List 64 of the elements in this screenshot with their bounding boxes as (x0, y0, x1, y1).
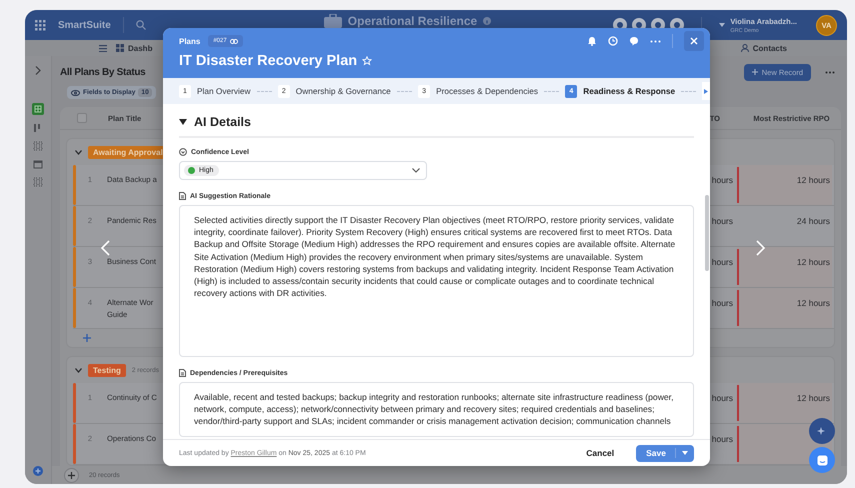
document-icon (179, 192, 186, 200)
grid-view-icon[interactable] (32, 103, 44, 115)
nav-tab[interactable]: Dashb (128, 44, 152, 52)
save-button[interactable]: Save (636, 444, 694, 462)
more-icon[interactable] (650, 40, 661, 42)
text-area[interactable]: Selected activities directly support the IT Disaster Recovery Plan objectives (meet RTO/RPO, restore priority services, validate integrity, coordinate failover). Priority System Recovery (High) ensures critical systems are recovered first to meet RTOs. Data Backup and Offsite Storage (Medium High) addresses the RPO requirement and ensures copies are available offsite. Alternate Site Activation (Medium High) provides the recovery environment when primary sites/systems are unavailable. System Restoration (Medium High) covers restoring systems from backups and validating integrity. Incident Response Team Activation (High) is included to assess/contain security incidents that could cause or complicate outages and to coordinate technical recovery actions with DR activities. (179, 205, 694, 357)
rto-value: hours (711, 297, 733, 310)
cancel-button[interactable]: Cancel (580, 447, 620, 459)
chevron-right-icon[interactable] (35, 66, 41, 75)
calendar-icon[interactable] (33, 159, 43, 169)
rpo-value: 12 hours (796, 174, 831, 185)
comment-icon[interactable] (629, 36, 639, 46)
kanban-icon[interactable] (33, 123, 43, 133)
record-title: IT Disaster Recovery Plan (179, 53, 358, 69)
workspace-title: Operational Resilience (348, 14, 478, 28)
add-view-icon[interactable] (33, 466, 43, 476)
dashboard-icon (116, 44, 124, 52)
sparkle-icon (817, 426, 827, 436)
rpo-value: 12 hours (796, 392, 831, 403)
briefcase-icon (324, 14, 342, 28)
view-title: All Plans By Status (60, 66, 146, 78)
close-icon (690, 37, 698, 45)
triangle-right-icon (704, 88, 708, 94)
search-icon[interactable] (136, 20, 146, 30)
app-name: SmartSuite (58, 20, 111, 30)
rpo-value: 12 hours (796, 256, 831, 267)
bell-icon[interactable] (587, 36, 597, 46)
info-icon[interactable] (483, 17, 492, 25)
dropdown-field-icon (179, 148, 187, 156)
next-record-icon[interactable] (756, 240, 766, 256)
rto-value: hours (711, 433, 733, 446)
close-button[interactable] (684, 31, 704, 51)
chevron-down-icon[interactable] (75, 368, 82, 372)
add-button[interactable] (64, 468, 79, 482)
eye-icon (71, 90, 80, 96)
previous-record-icon[interactable] (100, 240, 110, 256)
chevron-down-icon (412, 168, 420, 173)
plus-icon (68, 472, 75, 478)
clock-icon[interactable] (608, 36, 618, 46)
rpo-value: 24 hours (796, 215, 831, 226)
caret-icon[interactable] (719, 23, 726, 27)
rto-value: hours (711, 174, 733, 187)
person-icon (740, 44, 749, 52)
caret-icon (682, 451, 688, 455)
caret-down-icon[interactable] (179, 119, 187, 125)
rpo-value: 12 hours (796, 297, 831, 308)
rto-value: hours (711, 392, 733, 405)
add-row-icon[interactable] (83, 334, 91, 342)
next-step-button[interactable] (702, 82, 710, 100)
plus-icon (752, 69, 758, 75)
rto-value: hours (711, 256, 733, 269)
document-icon (179, 369, 186, 377)
chevron-down-icon[interactable] (75, 150, 82, 154)
menu-icon[interactable] (99, 44, 107, 52)
text-area[interactable]: Available, recent and tested backups; backup integrity and restoration runbooks; alternate site infrastructure readiness (power, network, compute, access); network/connectivity between primary and recovery sites; required credentials and baselines; vendor/third-party support and SLAs; incident commander or crisis management activation decision; communication channels (179, 382, 694, 437)
more-icon[interactable] (825, 70, 835, 74)
chat-icon (816, 454, 828, 466)
apps-grid-icon[interactable] (35, 20, 46, 30)
select-all-checkbox[interactable] (77, 113, 87, 123)
status-tag: Testing (88, 364, 126, 376)
rto-value: hours (711, 215, 733, 228)
breadcrumb-label[interactable]: Plans (179, 36, 200, 46)
section-title: AI Details (194, 115, 251, 129)
nav-tab[interactable]: Contacts (752, 44, 787, 52)
